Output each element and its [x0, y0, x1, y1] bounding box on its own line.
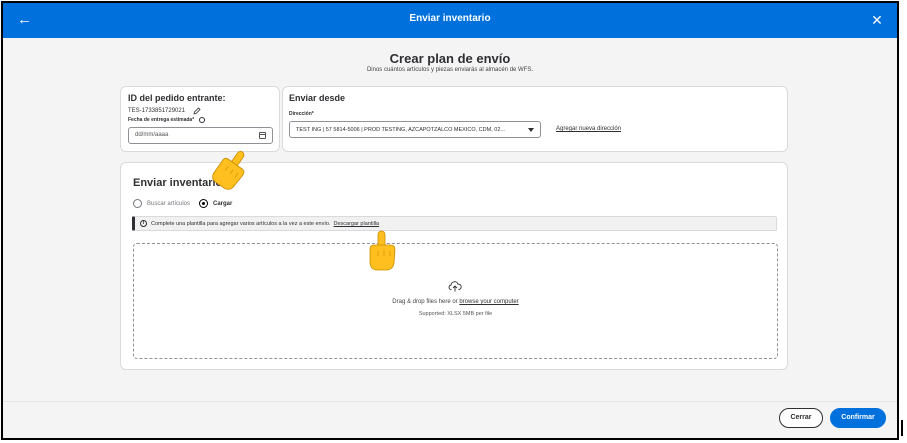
info-message-text: Complete una plantilla para agregar vari… — [151, 221, 331, 227]
radio-upload[interactable] — [199, 199, 208, 208]
info-banner: i Complete una plantilla para agregar va… — [132, 216, 777, 231]
address-label: Dirección* — [289, 111, 314, 117]
delivery-date-input[interactable]: dd/mm/aaaa — [128, 127, 273, 144]
radio-search-items-label: Buscar artículos — [147, 201, 191, 207]
browse-computer-link[interactable]: browse your computer — [459, 299, 518, 305]
delivery-date-label: Fecha de entrega estimada* — [128, 117, 195, 123]
info-icon: i — [140, 220, 147, 227]
info-icon[interactable] — [199, 117, 205, 123]
add-address-link[interactable]: Agregar nueva dirección — [556, 126, 621, 132]
ship-from-card: Enviar desde Dirección* TEST ING | 57 58… — [282, 86, 788, 152]
pointing-hand-icon — [212, 151, 245, 190]
order-id-title: ID del pedido entrante: — [128, 93, 226, 103]
radio-upload-label: Cargar — [213, 201, 233, 207]
radio-search-items[interactable] — [133, 199, 142, 208]
pointing-hand-icon — [369, 230, 396, 271]
cloud-upload-icon — [448, 281, 462, 292]
info-message: Complete una plantilla para agregar vari… — [151, 221, 379, 227]
order-card: ID del pedido entrante: TES-173385172902… — [120, 86, 280, 152]
page-subtitle: Dinos cuántos artículos y piezas enviará… — [366, 67, 534, 73]
modal-title: Enviar inventario — [409, 13, 491, 24]
file-dropzone[interactable]: Drag & drop files here or browse your co… — [133, 243, 778, 359]
dropzone-text: Drag & drop files here or browse your co… — [134, 299, 777, 305]
date-placeholder: dd/mm/aaaa — [135, 132, 169, 138]
dropzone-text-prefix: Drag & drop files here or — [392, 299, 460, 305]
close-icon[interactable]: ✕ — [867, 10, 887, 30]
text-cursor-mark — [901, 420, 903, 436]
modal-frame: ← Enviar inventario ✕ Crear plan de enví… — [1, 1, 899, 440]
modal-header: ← Enviar inventario ✕ — [3, 3, 897, 38]
address-value: TEST ING | 57 5814-5006 | PROD TESTING, … — [296, 127, 505, 133]
footer-divider — [3, 401, 897, 402]
confirm-button[interactable]: Confirmar — [830, 408, 886, 428]
page-title: Crear plan de envío — [389, 51, 511, 66]
edit-pencil-icon[interactable] — [193, 107, 201, 115]
order-id-value: TES-1733851729021 — [128, 108, 186, 114]
chevron-down-icon — [528, 128, 534, 132]
ship-from-title: Enviar desde — [289, 93, 346, 103]
download-template-link[interactable]: Descargar plantilla — [334, 221, 380, 227]
cancel-button[interactable]: Cerrar — [779, 408, 823, 428]
inventory-card: Enviar inventario Buscar artículos Carga… — [120, 162, 788, 370]
address-select[interactable]: TEST ING | 57 5814-5006 | PROD TESTING, … — [289, 121, 541, 138]
dropzone-supported-text: Supported: XLSX 5MB per file — [418, 311, 493, 317]
calendar-icon[interactable] — [259, 132, 266, 139]
